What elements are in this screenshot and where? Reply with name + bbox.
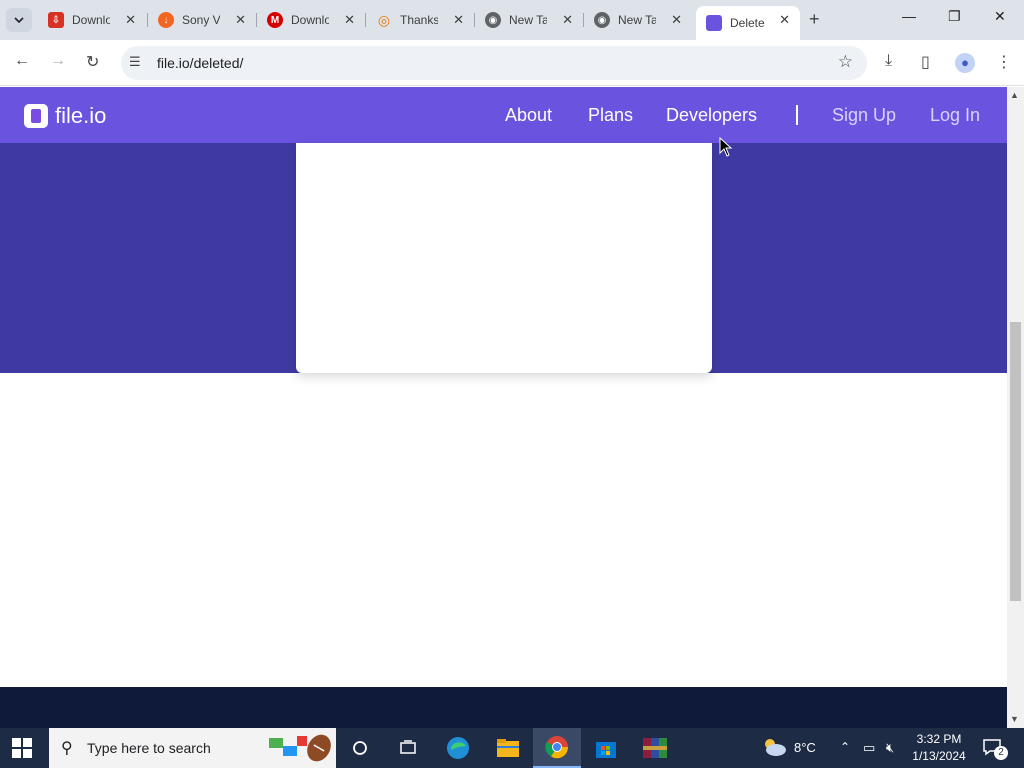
scroll-down-arrow-icon[interactable]: ▼ — [1010, 714, 1019, 724]
nav-signup-link[interactable]: Sign Up — [832, 105, 896, 126]
tab-close-icon[interactable]: ✕ — [125, 12, 136, 28]
tab-strip: ⇩ Downlo ✕ ↓ Sony V ✕ M Downlo ✕ ◎ Thank… — [0, 0, 1024, 40]
weather-icon[interactable] — [760, 736, 788, 761]
tab-title: Delete — [730, 16, 765, 30]
browser-tab[interactable]: ↓ Sony V ✕ — [148, 6, 256, 34]
download-arrow-icon: ↓ — [158, 12, 174, 28]
close-icon: ✕ — [994, 8, 1006, 24]
browser-tab[interactable]: M Downlo ✕ — [257, 6, 365, 34]
download-icon[interactable]: ⤓ — [885, 52, 892, 70]
tab-title: New Ta — [509, 13, 547, 27]
page-scrollbar[interactable]: ▲ ▼ — [1007, 87, 1024, 728]
address-bar[interactable]: ☰ file.io/deleted/ ☆ — [121, 46, 867, 80]
chrome-icon: ◉ — [594, 12, 610, 28]
browser-tab[interactable]: ◉ New Ta ✕ — [584, 6, 692, 34]
tab-title: Downlo — [291, 13, 329, 27]
taskbar-search-box[interactable]: ⚲ Type here to search — [49, 728, 336, 768]
network-icon[interactable]: ▭ — [863, 740, 875, 756]
restore-button[interactable]: ❐ — [948, 8, 961, 25]
tab-search-button[interactable] — [6, 8, 32, 32]
blender-icon: ◎ — [377, 11, 391, 28]
tab-title: Downlo — [72, 13, 110, 27]
fileio-icon — [706, 15, 722, 31]
browser-tab[interactable]: ◎ Thanks ✕ — [366, 6, 474, 34]
back-arrow-icon[interactable]: ← — [14, 52, 30, 70]
site-footer — [0, 687, 1007, 728]
windows-start-icon[interactable] — [12, 738, 32, 758]
tab-close-icon[interactable]: ✕ — [779, 12, 790, 28]
fileio-logo-icon — [24, 104, 48, 128]
logo-text: file.io — [55, 103, 107, 128]
nav-plans-link[interactable]: Plans — [588, 105, 633, 126]
forward-arrow-icon[interactable]: → — [50, 52, 66, 70]
clock-time: 3:32 PM — [916, 732, 962, 746]
tab-close-icon[interactable]: ✕ — [235, 12, 246, 28]
tab-close-icon[interactable]: ✕ — [453, 12, 464, 28]
site-logo[interactable]: file.io — [24, 103, 106, 129]
nav-login-link[interactable]: Log In — [930, 105, 980, 126]
nav-developers-link[interactable]: Developers — [666, 105, 757, 126]
tab-title: Sony V — [182, 13, 220, 27]
tray-chevron-up-icon[interactable]: ⌃ — [840, 740, 850, 754]
browser-tab-active[interactable]: Delete ✕ — [696, 6, 800, 40]
tab-title: Thanks — [400, 13, 438, 27]
page-viewport: file.io About Plans Developers Sign Up L… — [0, 87, 1007, 728]
winrar-icon[interactable] — [631, 728, 679, 768]
chevron-down-icon — [14, 17, 24, 23]
clock-date: 1/13/2024 — [912, 749, 966, 763]
mouse-cursor-icon — [719, 137, 733, 157]
edge-browser-icon[interactable] — [434, 728, 482, 768]
minimize-button[interactable]: — — [902, 8, 916, 24]
bookmark-star-icon[interactable]: ☆ — [838, 52, 853, 72]
taskbar-search-placeholder: Type here to search — [87, 740, 211, 756]
site-navbar: file.io About Plans Developers Sign Up L… — [0, 87, 1007, 143]
nav-divider — [796, 105, 798, 125]
pdf-download-icon: ⇩ — [48, 12, 64, 28]
chrome-taskbar-icon[interactable] — [533, 728, 581, 768]
volume-muted-icon[interactable]: 🔇︎ — [886, 740, 894, 756]
side-panel-icon[interactable]: ▯ — [921, 52, 930, 72]
close-window-button[interactable]: ✕ — [994, 8, 1006, 25]
scroll-thumb[interactable] — [1010, 322, 1021, 601]
task-view-icon[interactable] — [384, 728, 432, 768]
profile-avatar-icon[interactable]: ● — [955, 53, 975, 73]
search-highlight-illustration-icon — [269, 734, 331, 762]
notification-center-icon[interactable]: 2 — [982, 738, 1008, 760]
cortana-icon[interactable] — [336, 728, 384, 768]
browser-tab[interactable]: ⇩ Downlo ✕ — [38, 6, 146, 34]
nav-about-link[interactable]: About — [505, 105, 552, 126]
search-icon: ⚲ — [61, 740, 73, 757]
system-clock[interactable]: 3:32 PM 1/13/2024 — [905, 731, 973, 765]
new-tab-button[interactable]: + — [809, 9, 820, 30]
file-explorer-icon[interactable] — [484, 728, 532, 768]
tab-title: New Ta — [618, 13, 656, 27]
restore-icon: ❐ — [948, 8, 961, 24]
windows-taskbar: ⚲ Type here to search 8°C ⌃ ▭ 🔇︎ 3:32 PM — [0, 728, 1024, 768]
chrome-icon: ◉ — [485, 12, 501, 28]
menu-kebab-icon[interactable]: ⋮ — [996, 52, 1012, 72]
url-text[interactable]: file.io/deleted/ — [157, 55, 243, 71]
minimize-icon: — — [902, 8, 916, 24]
content-card — [296, 143, 712, 373]
browser-toolbar: ← → ↻ ☰ file.io/deleted/ ☆ ⤓ ▯ ● ⋮ — [0, 40, 1024, 86]
browser-tab[interactable]: ◉ New Ta ✕ — [475, 6, 583, 34]
tab-close-icon[interactable]: ✕ — [562, 12, 573, 28]
tab-close-icon[interactable]: ✕ — [671, 12, 682, 28]
microsoft-store-icon[interactable] — [582, 728, 630, 768]
weather-temperature[interactable]: 8°C — [794, 740, 816, 755]
notification-count-badge: 2 — [994, 746, 1008, 760]
site-info-icon[interactable]: ☰ — [129, 54, 141, 70]
tab-close-icon[interactable]: ✕ — [344, 12, 355, 28]
m-logo-icon: M — [267, 12, 283, 28]
scroll-up-arrow-icon[interactable]: ▲ — [1010, 90, 1019, 100]
reload-icon[interactable]: ↻ — [86, 52, 99, 72]
